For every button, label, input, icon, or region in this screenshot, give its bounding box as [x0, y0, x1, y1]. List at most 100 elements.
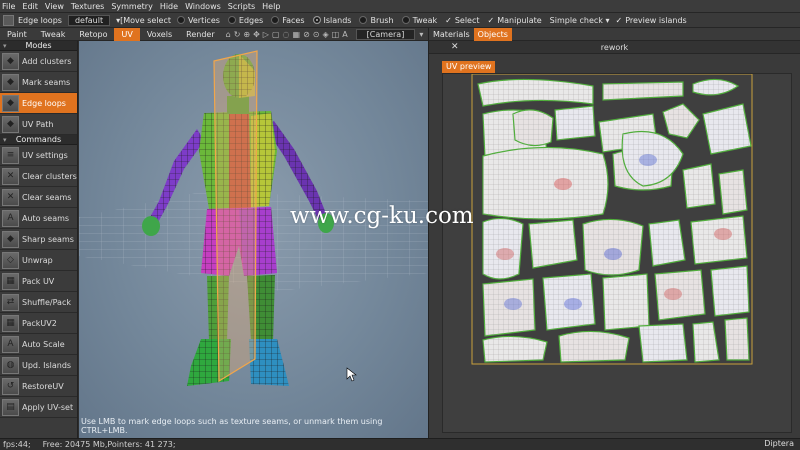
uv-island-mesh	[683, 164, 715, 208]
menu-hide[interactable]: Hide	[160, 2, 178, 11]
tool-icon[interactable]	[3, 14, 14, 26]
radio-edges[interactable]: Edges	[227, 15, 264, 25]
sidebar-item-clear-clusters[interactable]: ✕ Clear clusters	[0, 166, 77, 187]
grid-icon[interactable]: ▦	[293, 30, 301, 39]
vertex-icon[interactable]: ⊙	[313, 30, 320, 39]
lasso-icon[interactable]: ◌	[283, 30, 290, 39]
modes-list: ◆ Add clusters ◆ Mark seams ◆ Edge loops ◆ UV P…	[0, 51, 77, 135]
sidebar-item-mark-seams[interactable]: ◆ Mark seams	[0, 72, 77, 93]
uv-island-mesh	[555, 106, 595, 140]
uv-island-mesh	[703, 104, 751, 154]
uv-preview-canvas[interactable]	[442, 73, 792, 433]
uv-island-mesh	[583, 219, 643, 275]
sidebar-item-packuv2[interactable]: ▦ PackUV2	[0, 313, 77, 334]
menu-help[interactable]: Help	[262, 2, 280, 11]
tab-tweak[interactable]: Tweak	[34, 28, 73, 41]
uv-preview-tab[interactable]: UV preview	[442, 61, 496, 73]
radio-label: Edges	[238, 15, 264, 25]
uv-island-mesh	[478, 79, 593, 106]
status-bar: fps:44; Free: 20475 Mb,Pointers: 41 273;…	[0, 438, 800, 450]
distortion-highlight	[664, 288, 682, 300]
sidebar-item-label: Pack UV	[22, 276, 55, 286]
disable-icon[interactable]: ⊘	[303, 30, 310, 39]
text-icon[interactable]: A	[342, 30, 347, 39]
menu-view[interactable]: View	[45, 2, 64, 11]
tab-uv[interactable]: UV	[114, 27, 140, 41]
sidebar-item-clear-seams[interactable]: ✕ Clear seams	[0, 187, 77, 208]
sidebar-item-add-clusters[interactable]: ◆ Add clusters	[0, 51, 77, 72]
menu-textures[interactable]: Textures	[71, 2, 104, 11]
radio-vertices[interactable]: Vertices	[177, 16, 220, 25]
brand-label: Diptera	[764, 439, 794, 448]
preset-select[interactable]: default	[67, 14, 111, 26]
radio-label: Faces	[282, 15, 305, 25]
tab-paint[interactable]: Paint	[0, 28, 34, 41]
arrow-icon[interactable]: ⌂	[226, 30, 231, 39]
sidebar-item-uv-path[interactable]: ◆ UV Path	[0, 114, 77, 135]
sidebar-item-sharp-seams[interactable]: ◆ Sharp seams	[0, 229, 77, 250]
pan-icon[interactable]: ✥	[253, 30, 260, 39]
sidebar-item-label: Unwrap	[22, 255, 53, 265]
radio-islands[interactable]: Islands	[312, 16, 351, 25]
sidebar-item-apply-uv-set[interactable]: ▤ Apply UV-set	[0, 397, 77, 418]
radio-label: Brush	[370, 15, 394, 25]
sidebar-item-pack-uv[interactable]: ▦ Pack UV	[0, 271, 77, 292]
menu-scripts[interactable]: Scripts	[228, 2, 255, 11]
object-title: rework	[600, 42, 629, 52]
sidebar-item-restoreuv[interactable]: ↺ RestoreUV	[0, 376, 77, 397]
chevron-down-icon[interactable]: ▾	[419, 30, 423, 39]
toolbar: Edge loops default ▾[Move select Vertice…	[0, 13, 800, 28]
commands-header[interactable]: Commands	[0, 135, 77, 145]
restore-icon: ↺	[2, 377, 19, 395]
zoom-icon[interactable]: ⊕	[243, 30, 250, 39]
preview-islands-check[interactable]: ✓ Preview islands	[616, 16, 687, 25]
uv-island-mesh	[603, 82, 683, 100]
radio-brush[interactable]: Brush	[359, 15, 394, 25]
option-checks: ✓ Select ✓ Manipulate	[445, 16, 550, 25]
clear-icon: ✕	[2, 167, 19, 185]
uv-island-mesh	[711, 266, 749, 316]
check-manipulate[interactable]: ✓ Manipulate	[488, 16, 542, 25]
tab-retopo[interactable]: Retopo	[72, 28, 114, 41]
hide-icon[interactable]: ◫	[332, 30, 340, 39]
check-label: Select	[454, 15, 480, 25]
3d-viewport[interactable]: Use LMB to mark edge loops such as textu…	[79, 41, 428, 438]
frame-icon[interactable]: ▢	[272, 30, 280, 39]
sidebar-item-shuffle-pack[interactable]: ⇄ Shuffle/Pack	[0, 292, 77, 313]
panel-tabs: Materials Objects	[429, 27, 800, 41]
shield-icon[interactable]: ◈	[322, 30, 328, 39]
menu-file[interactable]: File	[2, 2, 15, 11]
uv-island-mesh	[483, 147, 608, 219]
sidebar-item-edge-loops[interactable]: ◆ Edge loops	[0, 93, 77, 114]
tab-voxels[interactable]: Voxels	[140, 28, 179, 41]
menu-windows[interactable]: Windows	[185, 2, 221, 11]
sidebar-item-uv-settings[interactable]: ≡ UV settings	[0, 145, 77, 166]
rotate-icon[interactable]: ↻	[234, 30, 241, 39]
sidebar-item-label: Clear seams	[22, 192, 72, 202]
sidebar-item-upd-islands[interactable]: ◍ Upd. Islands	[0, 355, 77, 376]
mouse-cursor-icon	[346, 367, 357, 382]
chevron-down-icon: ▾	[605, 15, 610, 25]
simple-check-select[interactable]: Simple check ▾	[550, 16, 610, 25]
simple-check-label: Simple check	[549, 15, 603, 25]
sidebar-item-auto-seams[interactable]: A Auto seams	[0, 208, 77, 229]
uv-island-mesh	[483, 336, 547, 362]
menu-symmetry[interactable]: Symmetry	[111, 2, 152, 11]
radio-faces[interactable]: Faces	[271, 15, 305, 25]
tab-render[interactable]: Render	[179, 28, 221, 41]
tab-objects[interactable]: Objects	[473, 27, 512, 41]
triangle-icon[interactable]: ▷	[263, 30, 269, 39]
check-select[interactable]: ✓ Select	[445, 16, 479, 25]
mode-select[interactable]: ▾[Move select	[116, 16, 171, 25]
modes-header[interactable]: Modes	[0, 41, 77, 51]
radio-tweak[interactable]: Tweak	[401, 16, 437, 25]
menu-edit[interactable]: Edit	[22, 2, 38, 11]
sidebar-item-auto-scale[interactable]: A Auto Scale	[0, 334, 77, 355]
pack-icon: ▦	[2, 272, 19, 290]
sidebar-item-label: Auto seams	[22, 213, 70, 223]
sidebar-item-unwrap[interactable]: ◇ Unwrap	[0, 250, 77, 271]
auto-icon: A	[2, 335, 19, 353]
cube-icon: ◆	[2, 115, 19, 133]
camera-select[interactable]: [Camera]	[355, 28, 416, 40]
tab-materials[interactable]: Materials	[429, 28, 474, 41]
